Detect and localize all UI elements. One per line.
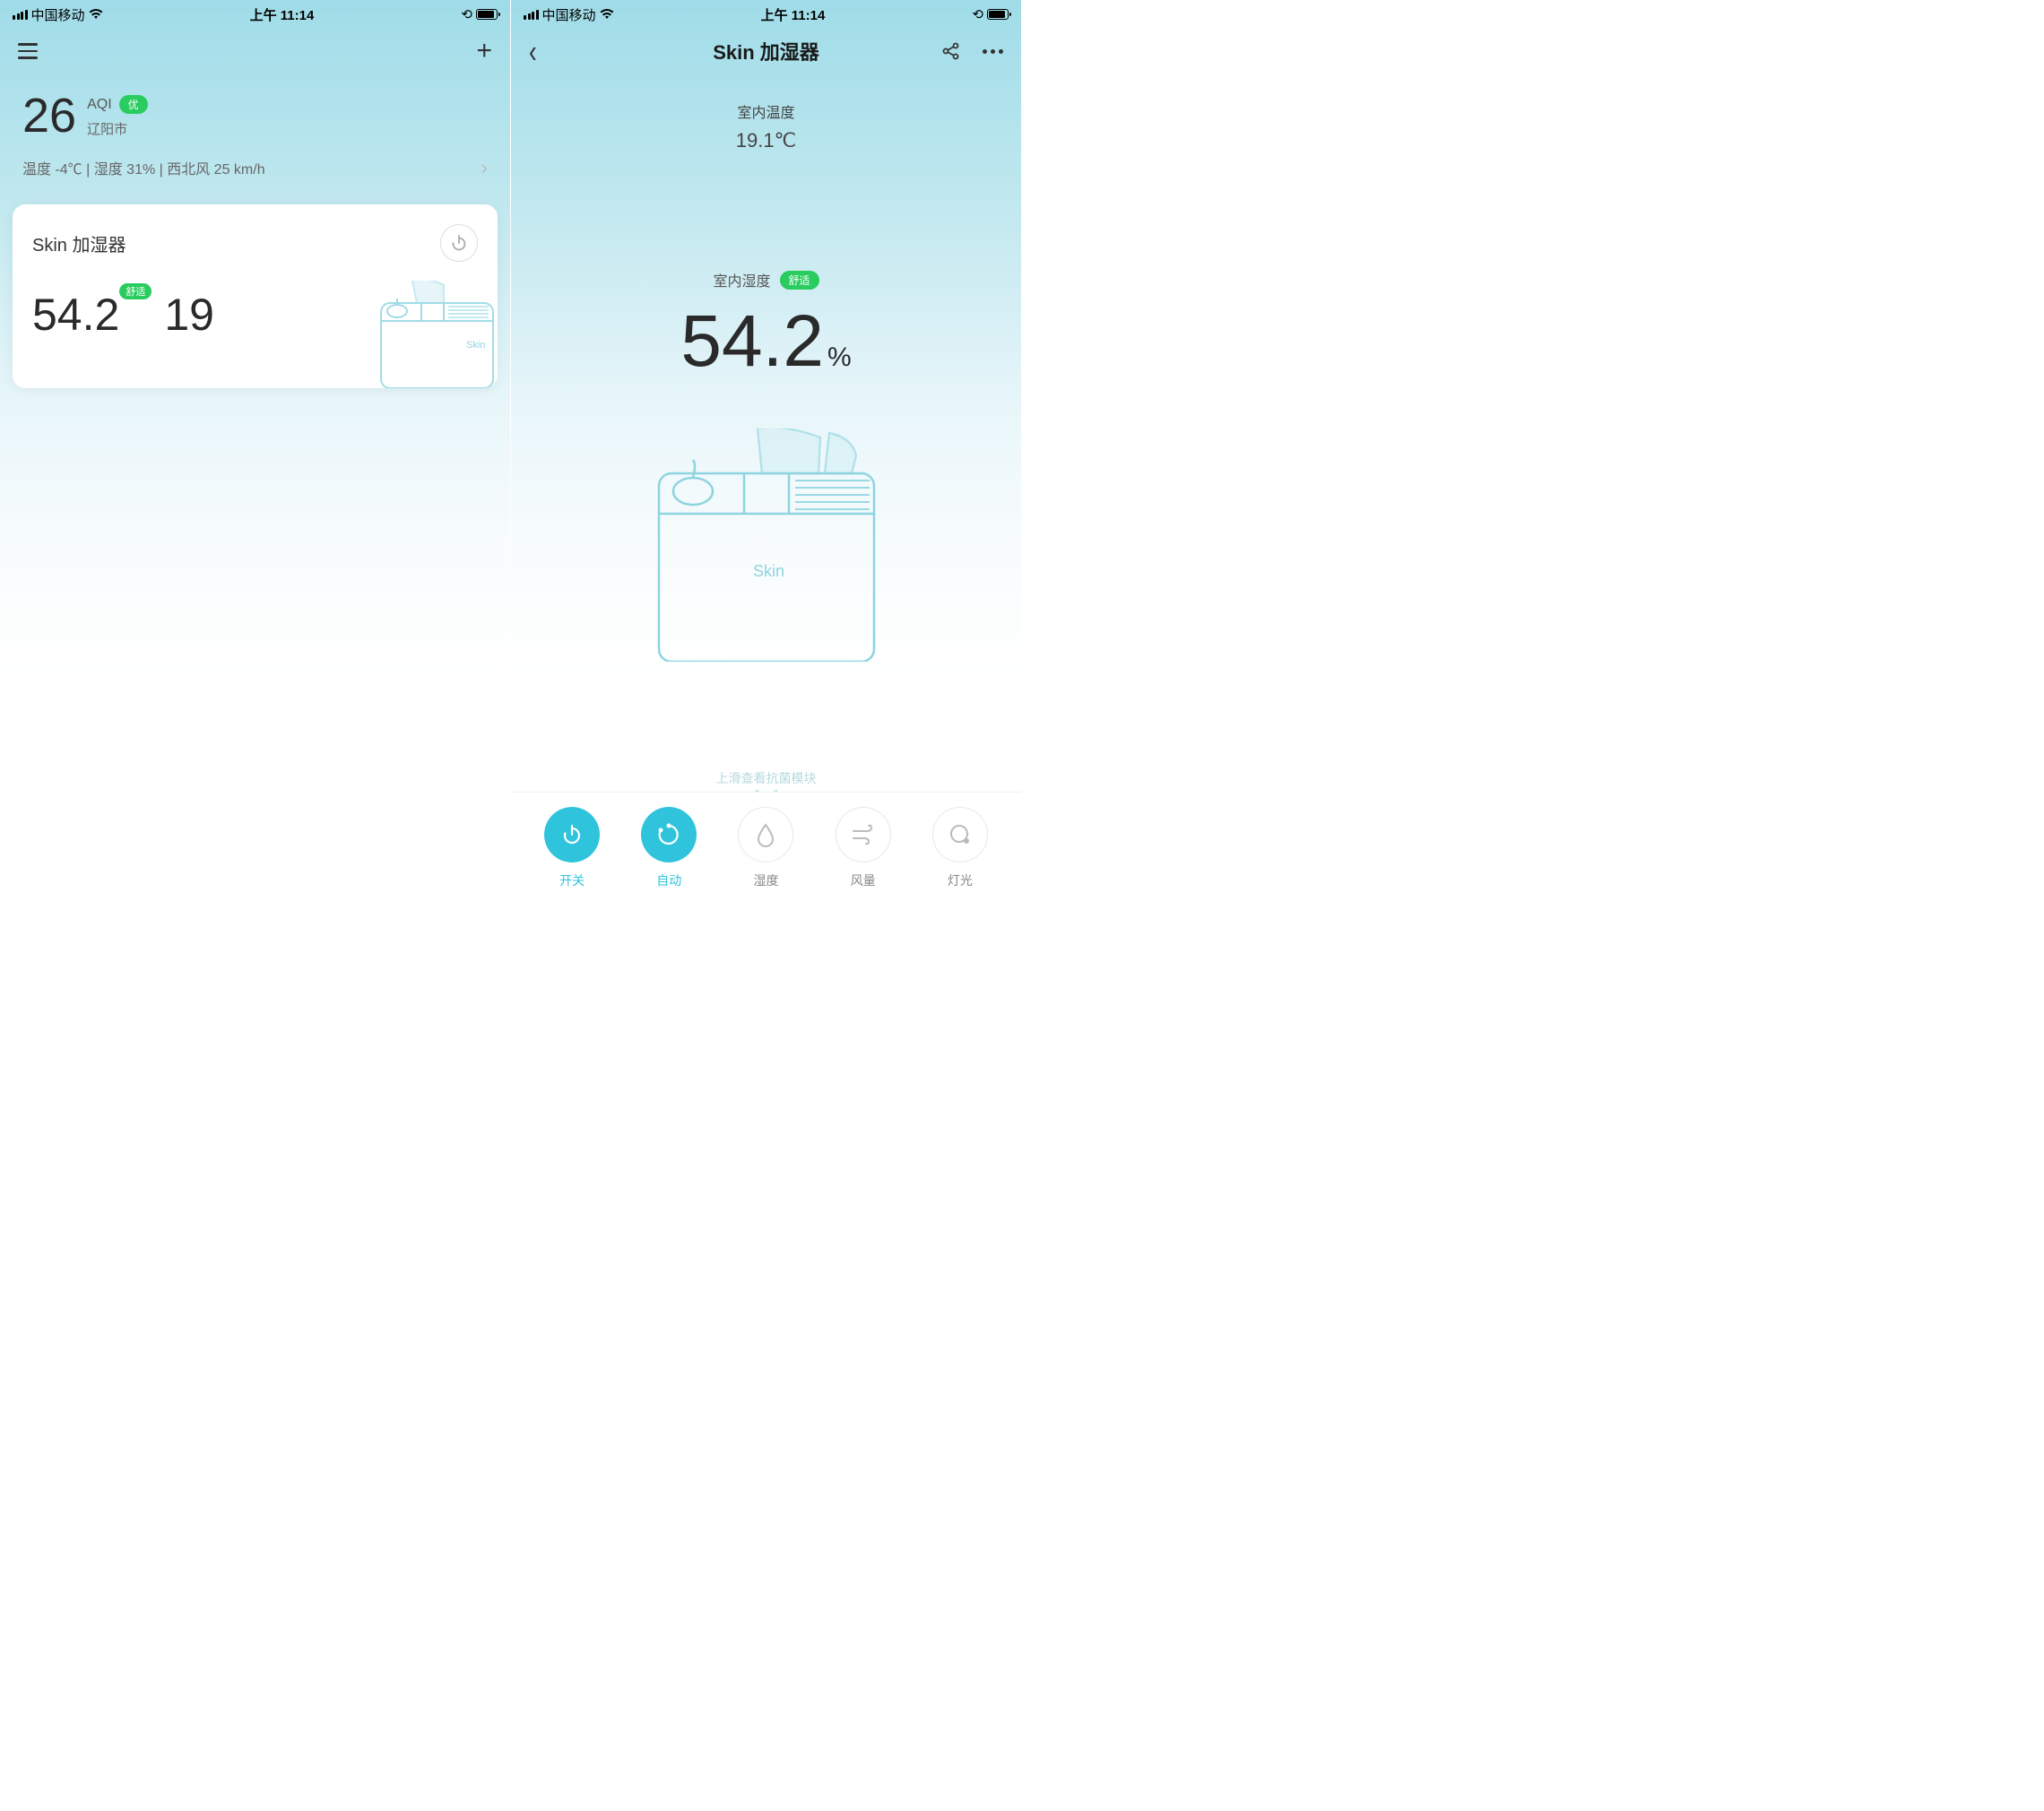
power-button[interactable] xyxy=(544,807,600,862)
share-button[interactable] xyxy=(941,41,961,61)
action-label: 风量 xyxy=(851,871,876,889)
city-label: 辽阳市 xyxy=(87,119,148,138)
svg-text:Skin: Skin xyxy=(466,340,485,351)
power-icon xyxy=(560,823,584,846)
aqi-value: 26 xyxy=(22,91,76,140)
rotation-lock-icon: ⟲ xyxy=(972,6,983,22)
back-button[interactable]: ‹ xyxy=(529,31,537,70)
navbar: + xyxy=(0,29,510,74)
swipe-hint: 上滑查看抗菌模块 xyxy=(716,769,817,787)
carrier-label: 中国移动 xyxy=(542,5,596,24)
room-temp-block: 室内温度 19.1℃ xyxy=(511,74,1021,152)
card-humidity-badge: 舒适 xyxy=(119,283,152,299)
menu-button[interactable] xyxy=(18,43,38,59)
battery-icon xyxy=(476,9,498,20)
action-humidity[interactable]: 湿度 xyxy=(734,807,797,889)
device-thumbnail: Skin xyxy=(363,281,498,388)
signal-icon xyxy=(13,10,28,20)
svg-text:Skin: Skin xyxy=(753,562,784,580)
room-temp-label: 室内温度 xyxy=(511,100,1021,122)
device-illustration: Skin 上滑查看抗菌模块 xyxy=(650,429,883,800)
action-auto[interactable]: 自动 xyxy=(637,807,700,889)
power-icon xyxy=(450,234,468,252)
action-label: 自动 xyxy=(656,871,681,889)
card-temperature-value: 19 xyxy=(164,289,214,341)
device-card[interactable]: Skin 加湿器 54.2 舒适 19 Skin xyxy=(13,204,498,388)
carrier-label: 中国移动 xyxy=(31,5,85,24)
light-icon xyxy=(948,823,972,846)
wifi-icon xyxy=(600,9,614,20)
action-bar: 开关 自动 湿度 风量 灯光 xyxy=(511,792,1021,906)
wind-icon xyxy=(851,824,876,845)
wind-button[interactable] xyxy=(836,807,891,862)
humidity-button[interactable] xyxy=(738,807,793,862)
weather-detail: 温度 -4℃ | 湿度 31% | 西北风 25 km/h xyxy=(22,157,265,178)
drop-icon xyxy=(756,822,775,847)
light-button[interactable] xyxy=(932,807,988,862)
aqi-label: AQI xyxy=(87,97,112,113)
action-label: 湿度 xyxy=(753,871,778,889)
action-light[interactable]: 灯光 xyxy=(929,807,992,889)
room-hum-value: 54.2 xyxy=(680,299,824,384)
more-button[interactable] xyxy=(983,49,1003,54)
action-wind[interactable]: 风量 xyxy=(832,807,895,889)
auto-button[interactable] xyxy=(641,807,697,862)
room-hum-percent: % xyxy=(827,342,852,373)
clock-label: 上午 11:14 xyxy=(761,5,826,24)
auto-icon xyxy=(656,822,681,847)
home-screen: 中国移动 上午 11:14 ⟲ + 26 AQI 优 辽阳市 xyxy=(0,0,511,906)
clock-label: 上午 11:14 xyxy=(250,5,315,24)
action-label: 灯光 xyxy=(948,871,973,889)
page-title: Skin 加湿器 xyxy=(713,37,819,65)
chevron-right-icon: › xyxy=(481,156,488,179)
device-card-title: Skin 加湿器 xyxy=(32,230,126,256)
room-hum-block: 室内湿度 舒适 54.2 % xyxy=(511,269,1021,384)
status-bar: 中国移动 上午 11:14 ⟲ xyxy=(511,0,1021,29)
rotation-lock-icon: ⟲ xyxy=(461,6,472,22)
room-temp-value: 19.1℃ xyxy=(511,129,1021,152)
aqi-badge: 优 xyxy=(119,95,148,114)
navbar: ‹ Skin 加湿器 xyxy=(511,29,1021,74)
signal-icon xyxy=(524,10,539,20)
status-bar: 中国移动 上午 11:14 ⟲ xyxy=(0,0,510,29)
wifi-icon xyxy=(89,9,103,20)
weather-panel[interactable]: 26 AQI 优 辽阳市 温度 -4℃ | 湿度 31% | 西北风 25 km… xyxy=(0,74,510,195)
add-button[interactable]: + xyxy=(476,38,492,65)
action-label: 开关 xyxy=(559,871,585,889)
room-hum-badge: 舒适 xyxy=(780,271,819,290)
card-power-button[interactable] xyxy=(440,224,478,262)
device-detail-screen: 中国移动 上午 11:14 ⟲ ‹ Skin 加湿器 室内温度 19.1℃ 室内… xyxy=(511,0,1022,906)
battery-icon xyxy=(987,9,1009,20)
card-humidity-value: 54.2 舒适 xyxy=(32,289,119,341)
room-hum-label: 室内湿度 xyxy=(713,269,770,290)
action-power[interactable]: 开关 xyxy=(541,807,603,889)
